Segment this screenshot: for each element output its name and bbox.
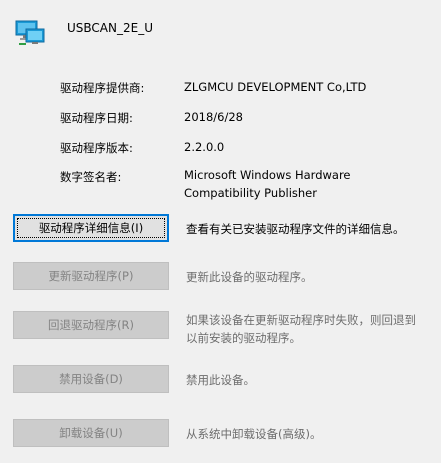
uninstall-device-description: 从系统中卸载设备(高级)。 — [186, 427, 322, 441]
rollback-driver-label: 回退驱动程序(R) — [48, 318, 134, 332]
rollback-description-line2: 以前安装的驱动程序。 — [186, 331, 301, 345]
disable-device-button[interactable]: 禁用设备(D) — [13, 365, 169, 393]
disable-device-label: 禁用设备(D) — [59, 372, 123, 386]
disable-device-description: 禁用此设备。 — [186, 373, 255, 387]
rollback-driver-description: 如果该设备在更新驱动程序时失败，则回退到 以前安装的驱动程序。 — [186, 311, 416, 347]
date-value: 2018/6/28 — [184, 110, 243, 124]
network-adapter-icon — [14, 16, 46, 48]
driver-details-label: 驱动程序详细信息(I) — [38, 221, 144, 235]
uninstall-device-button[interactable]: 卸载设备(U) — [13, 419, 169, 447]
provider-label: 驱动程序提供商: — [60, 81, 145, 95]
signer-label: 数字签名者: — [60, 170, 122, 184]
rollback-description-line1: 如果该设备在更新驱动程序时失败，则回退到 — [186, 313, 416, 327]
uninstall-device-label: 卸载设备(U) — [59, 426, 123, 440]
update-driver-description: 更新此设备的驱动程序。 — [186, 270, 313, 284]
version-value: 2.2.0.0 — [184, 140, 225, 154]
driver-details-description: 查看有关已安装驱动程序文件的详细信息。 — [186, 222, 405, 236]
update-driver-button[interactable]: 更新驱动程序(P) — [13, 262, 169, 290]
provider-value: ZLGMCU DEVELOPMENT Co,LTD — [184, 80, 367, 94]
update-driver-label: 更新驱动程序(P) — [48, 269, 134, 283]
signer-value: Microsoft Windows Hardware Compatibility… — [184, 166, 351, 202]
device-name: USBCAN_2E_U — [67, 21, 153, 35]
driver-details-button[interactable]: 驱动程序详细信息(I) — [13, 214, 169, 242]
signer-value-line1: Microsoft Windows Hardware — [184, 168, 351, 182]
rollback-driver-button[interactable]: 回退驱动程序(R) — [13, 311, 169, 339]
date-label: 驱动程序日期: — [60, 111, 133, 125]
signer-value-line2: Compatibility Publisher — [184, 186, 317, 200]
version-label: 驱动程序版本: — [60, 141, 133, 155]
